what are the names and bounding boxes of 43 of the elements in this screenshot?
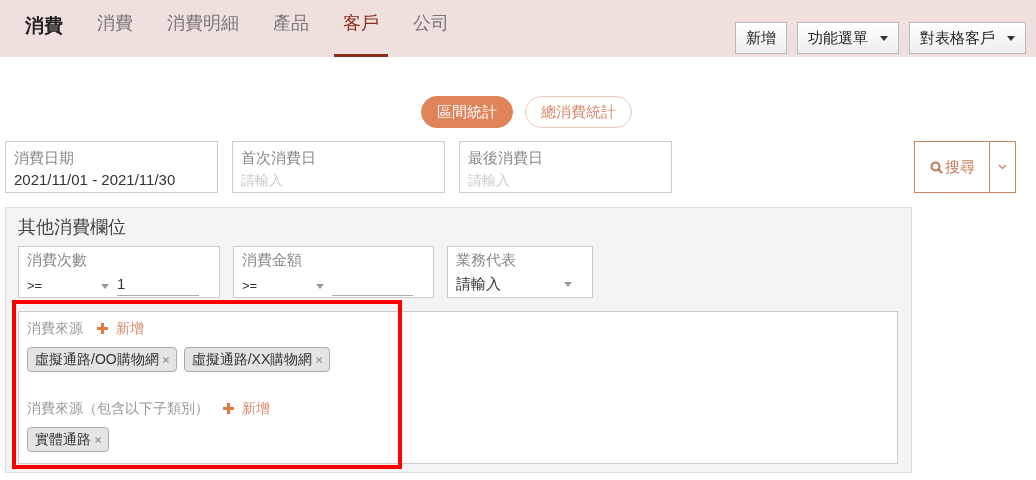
operator-select[interactable]: >= bbox=[27, 276, 109, 296]
tag: 虛擬通路/OO購物網 bbox=[27, 347, 177, 372]
tag: 實體通路 bbox=[27, 427, 109, 452]
caret-icon bbox=[880, 35, 888, 41]
tag: 虛擬通路/XX購物網 bbox=[183, 347, 331, 372]
close-icon[interactable] bbox=[162, 356, 169, 363]
field-label: 消費次數 bbox=[27, 250, 87, 270]
caret-icon bbox=[564, 281, 572, 287]
toolbar-button[interactable]: 功能選單 bbox=[797, 22, 899, 54]
value-input[interactable]: 1 bbox=[117, 274, 199, 296]
search-button[interactable]: 搜尋 bbox=[914, 141, 1016, 193]
nav-tab[interactable]: 消費 bbox=[88, 0, 142, 57]
toolbar-button[interactable]: 新增 bbox=[735, 22, 787, 54]
input-field[interactable]: 消費次數 >= 1 bbox=[18, 246, 220, 298]
select-field[interactable]: 請輸入 bbox=[456, 274, 584, 294]
nav-tab[interactable]: 客戶 bbox=[334, 0, 388, 57]
nav-tab[interactable]: 產品 bbox=[264, 0, 318, 57]
group-label: 消費來源（包含以下子類別） bbox=[27, 399, 209, 418]
field-label: 業務代表 bbox=[456, 250, 516, 270]
close-icon[interactable] bbox=[95, 436, 101, 443]
input-field[interactable]: 消費日期 2021/11/01 - 2021/11/30 bbox=[5, 141, 218, 193]
operator-select[interactable]: >= bbox=[242, 276, 324, 296]
search-icon bbox=[929, 160, 943, 174]
toolbar-button[interactable]: 對表格客戶 bbox=[909, 22, 1026, 54]
field-label: 消費金額 bbox=[242, 250, 302, 270]
close-icon[interactable] bbox=[316, 356, 323, 363]
panel-title: 其他消費欄位 bbox=[18, 216, 126, 239]
plus-icon bbox=[97, 322, 108, 334]
field-label: 首次消費日 bbox=[241, 148, 316, 168]
caret-icon bbox=[1007, 35, 1015, 41]
field-label: 消費日期 bbox=[14, 148, 74, 168]
chevron-down-icon[interactable] bbox=[998, 164, 1007, 170]
group-label: 消費來源 bbox=[27, 319, 83, 338]
field-value: 2021/11/01 - 2021/11/30 bbox=[14, 170, 176, 190]
input-field[interactable]: 業務代表 請輸入 bbox=[447, 246, 593, 298]
caret-icon bbox=[316, 283, 324, 289]
input-field[interactable]: 消費金額 >= bbox=[233, 246, 434, 298]
app-title: 消費 bbox=[25, 14, 63, 38]
field-label: 最後消費日 bbox=[468, 148, 543, 168]
nav-tab[interactable]: 消費明細 bbox=[158, 0, 248, 57]
plus-icon bbox=[223, 402, 234, 414]
caret-icon bbox=[101, 283, 109, 289]
nav-tab[interactable]: 公司 bbox=[404, 0, 458, 57]
